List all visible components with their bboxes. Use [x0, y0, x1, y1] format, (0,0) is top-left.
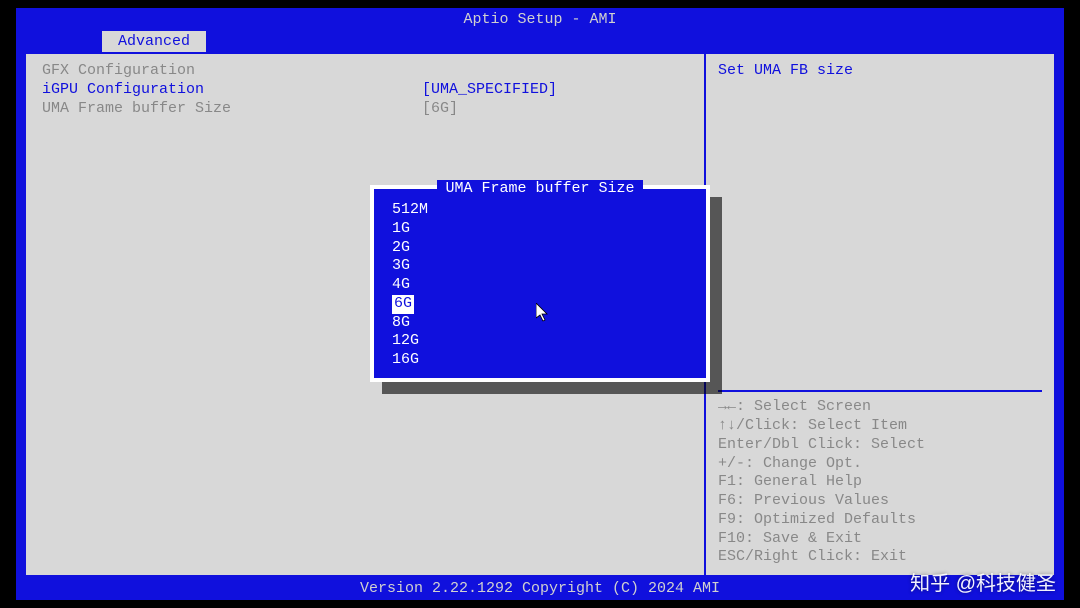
hint-row: F6: Previous Values [718, 492, 1042, 511]
popup-option[interactable]: 16G [374, 351, 706, 370]
hint-row: F1: General Help [718, 473, 1042, 492]
popup-option-selected[interactable]: 6G [392, 295, 414, 314]
hint-row: F9: Optimized Defaults [718, 511, 1042, 530]
tab-advanced[interactable]: Advanced [102, 31, 206, 52]
popup-option[interactable]: 3G [374, 257, 706, 276]
config-row-uma[interactable]: UMA Frame buffer Size [6G] [42, 100, 688, 117]
hint-row: ESC/Right Click: Exit [718, 548, 1042, 567]
popup-option[interactable]: 1G [374, 220, 706, 239]
tab-row: Advanced [16, 31, 1064, 52]
popup-option[interactable]: 8G [374, 314, 706, 333]
config-row-gfx[interactable]: GFX Configuration [42, 62, 688, 79]
config-label: iGPU Configuration [42, 81, 422, 98]
help-text: Set UMA FB size [718, 62, 1042, 384]
config-value: [6G] [422, 100, 458, 117]
hint-row: F10: Save & Exit [718, 530, 1042, 549]
popup-uma-framebuffer: UMA Frame buffer Size 512M1G2G3G4G6G8G12… [370, 185, 710, 382]
hint-row: ↑↓/Click: Select Item [718, 417, 1042, 436]
popup-title: UMA Frame buffer Size [374, 180, 706, 197]
popup-option[interactable]: 12G [374, 332, 706, 351]
hint-row: →←: Select Screen [718, 398, 1042, 417]
config-label: GFX Configuration [42, 62, 422, 79]
footer-bar: Version 2.22.1292 Copyright (C) 2024 AMI [16, 577, 1064, 600]
config-label: UMA Frame buffer Size [42, 100, 422, 117]
config-row-igpu[interactable]: iGPU Configuration [UMA_SPECIFIED] [42, 81, 688, 98]
popup-title-text: UMA Frame buffer Size [437, 180, 642, 197]
hint-row: Enter/Dbl Click: Select [718, 436, 1042, 455]
popup-option[interactable]: 512M [374, 201, 706, 220]
popup-option[interactable]: 2G [374, 239, 706, 258]
config-value: [UMA_SPECIFIED] [422, 81, 557, 98]
side-panel: Set UMA FB size →←: Select Screen ↑↓/Cli… [704, 54, 1054, 575]
title-bar: Aptio Setup - AMI [16, 8, 1064, 31]
key-hints: →←: Select Screen ↑↓/Click: Select Item … [718, 390, 1042, 567]
popup-option[interactable]: 4G [374, 276, 706, 295]
hint-row: +/-: Change Opt. [718, 455, 1042, 474]
